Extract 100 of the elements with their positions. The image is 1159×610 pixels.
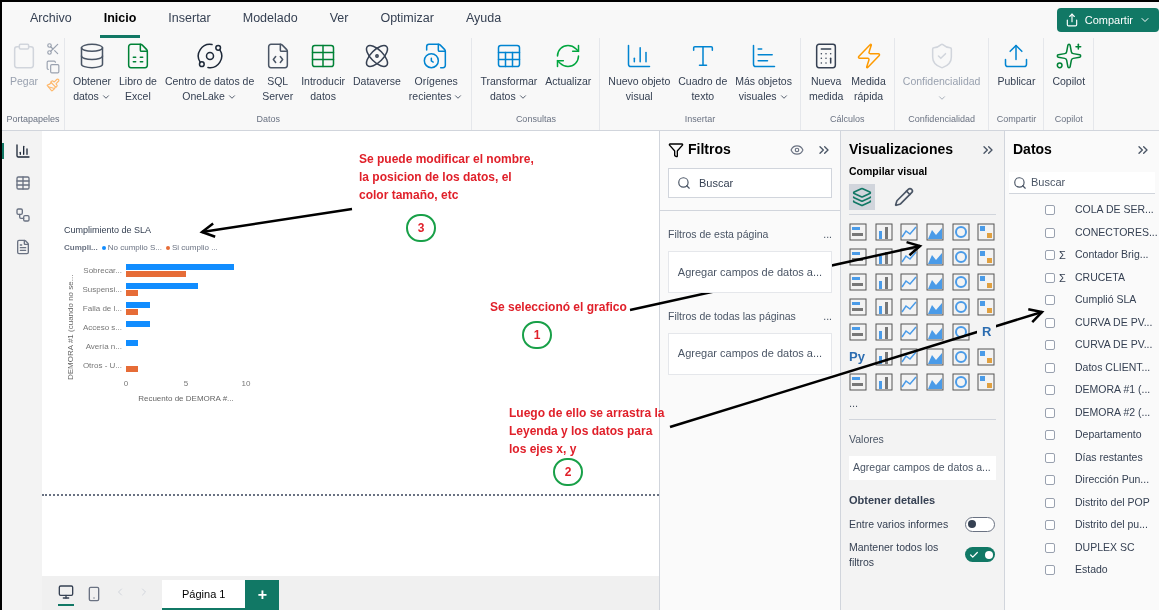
checkbox[interactable] — [1045, 317, 1055, 328]
checkbox[interactable] — [1045, 295, 1055, 306]
checkbox[interactable] — [1045, 250, 1055, 261]
ribbon-button[interactable]: Más objetos visuales — [731, 38, 796, 104]
menu-tab[interactable]: Modelado — [238, 2, 302, 38]
brush-icon — [894, 186, 914, 207]
checkbox[interactable] — [1045, 205, 1055, 216]
ribbon-button[interactable]: Transformar datos — [476, 38, 542, 104]
checkbox[interactable] — [1045, 520, 1055, 531]
checkbox[interactable] — [1045, 227, 1055, 238]
build-visual-tab[interactable] — [849, 183, 875, 210]
field-item[interactable]: DUPLEX SC — [1045, 536, 1159, 559]
field-item[interactable]: DEMORA #1 (... — [1045, 379, 1159, 402]
field-item[interactable]: CURVA DE PV... — [1045, 334, 1159, 357]
stacked-bar-icon[interactable] — [849, 222, 867, 241]
field-item[interactable]: COLA DE SER... — [1045, 199, 1159, 222]
field-item[interactable]: Datos CLIENT... — [1045, 356, 1159, 379]
field-item[interactable]: Estado — [1045, 559, 1159, 582]
ribbon-button[interactable]: Actualizar — [541, 38, 596, 89]
checkbox[interactable] — [1045, 340, 1055, 351]
ribbon-button[interactable]: Introducir datos — [297, 38, 349, 104]
ribbon-button[interactable]: Publicar — [993, 38, 1040, 89]
database-icon — [78, 42, 106, 70]
field-item[interactable]: DEMORA #2 (... — [1045, 401, 1159, 424]
ribbon-button[interactable]: Centro de datos de OneLake — [160, 38, 259, 104]
field-item[interactable]: Departamento — [1045, 424, 1159, 447]
add-page-button[interactable]: + — [245, 580, 280, 610]
ribbon-group-label: Datos — [255, 112, 281, 126]
checkbox[interactable] — [1045, 385, 1055, 396]
ribbon-button[interactable]: Nuevo objeto visual — [604, 38, 675, 104]
category-label: Avería n... — [85, 341, 122, 351]
scissors-icon[interactable] — [46, 42, 61, 56]
ribbon-button[interactable]: Medida rápida — [847, 38, 890, 104]
more-options[interactable]: ... — [823, 308, 832, 325]
search-input[interactable]: Buscar — [699, 174, 819, 192]
ribbon-button[interactable]: Dataverse — [348, 38, 405, 89]
search-field[interactable]: Buscar — [668, 168, 832, 198]
ribbon-button[interactable]: Orígenes recientes — [404, 38, 468, 104]
paintbrush-icon[interactable] — [46, 78, 61, 92]
y-axis-label: DEMORA #1 (cuando no se... — [66, 274, 75, 380]
eye-icon[interactable] — [790, 142, 804, 157]
copy-icon[interactable] — [46, 60, 61, 74]
chart-title: Cumplimiento de SLA — [64, 224, 153, 237]
pie-chart-icon[interactable] — [951, 272, 970, 291]
ribbon-group-label: Compartir — [995, 112, 1038, 126]
ribbon-button[interactable]: Cuadro de texto — [674, 38, 732, 104]
checkbox[interactable] — [1045, 497, 1055, 508]
field-item[interactable]: CONECTORES... — [1045, 221, 1159, 244]
checkbox[interactable] — [1045, 565, 1055, 576]
x-axis-label: Recuento de DEMORA #... — [138, 393, 234, 403]
menu-tab[interactable]: Ayuda — [461, 2, 506, 38]
ribbon-button[interactable]: Obtener datos — [69, 38, 115, 104]
checkbox[interactable] — [1045, 542, 1055, 553]
field-name: Dirección Pun... — [1075, 472, 1150, 488]
menu-tab[interactable]: Optimizar — [376, 2, 438, 38]
phone-icon — [86, 586, 102, 602]
field-item[interactable]: Σ CRUCETA — [1045, 266, 1159, 289]
python-visual-icon[interactable]: Py — [849, 347, 868, 366]
toggle-switch[interactable] — [965, 547, 995, 562]
toggle-switch[interactable] — [965, 516, 995, 532]
drop-zone[interactable]: Agregar campos de datos a... — [668, 250, 832, 293]
drop-zone[interactable]: Agregar campos de datos a... — [668, 332, 832, 375]
ribbon-group-label: Cálculos — [829, 112, 866, 126]
checkbox[interactable] — [1045, 272, 1055, 283]
checkbox[interactable] — [1045, 430, 1055, 441]
desktop-layout-button[interactable] — [58, 584, 74, 606]
field-item[interactable]: Días restantes — [1045, 446, 1159, 469]
field-item[interactable]: Σ Contador Brig... — [1045, 244, 1159, 267]
menu-tab[interactable]: Insertar — [164, 2, 215, 38]
field-item[interactable]: Distrito del pu... — [1045, 514, 1159, 537]
ribbon-group-label: Consultas — [514, 112, 557, 126]
search-input[interactable]: Buscar — [1031, 174, 1141, 191]
field-item[interactable]: CURVA DE PV... — [1045, 311, 1159, 334]
drop-zone[interactable]: Agregar campos de datos a... — [849, 456, 996, 480]
checkbox[interactable] — [1045, 452, 1055, 463]
share-button[interactable]: Compartir — [1056, 7, 1159, 33]
checkbox[interactable] — [1045, 362, 1055, 373]
section-title: Filtros de todas las páginas — [668, 308, 796, 324]
field-name: Departamento — [1075, 427, 1142, 443]
ribbon-button[interactable]: SQL Server — [258, 38, 298, 104]
annotation-text: Luego de ello se arrastra la Leyenda y los datos para los ejes x, y — [509, 405, 666, 458]
more-visuals[interactable]: ... — [849, 394, 996, 412]
checkbox[interactable] — [1045, 407, 1055, 418]
field-item[interactable]: Cumplió SLA — [1045, 289, 1159, 312]
field-item[interactable]: Distrito del POP — [1045, 491, 1159, 514]
x-tick: 10 — [241, 378, 251, 388]
checkbox[interactable] — [1045, 475, 1055, 486]
page-tab[interactable]: Página 1 — [162, 580, 246, 610]
ribbon-button[interactable]: Nueva medida — [804, 38, 848, 104]
field-name: CURVA DE PV... — [1075, 337, 1153, 353]
ribbon-button[interactable]: Copilot — [1048, 38, 1090, 89]
field-item[interactable]: Dirección Pun... — [1045, 469, 1159, 492]
search-field[interactable]: Buscar — [1009, 172, 1155, 194]
menu-tab[interactable]: Archivo — [26, 2, 76, 38]
monitor-icon — [58, 584, 74, 600]
legend-item: No cumplio S... — [101, 241, 163, 254]
more-options[interactable]: ... — [823, 227, 832, 243]
menu-tab[interactable]: Ver — [325, 2, 353, 38]
ribbon-button[interactable]: Libro de Excel — [115, 38, 161, 104]
table-view-icon — [15, 175, 31, 191]
